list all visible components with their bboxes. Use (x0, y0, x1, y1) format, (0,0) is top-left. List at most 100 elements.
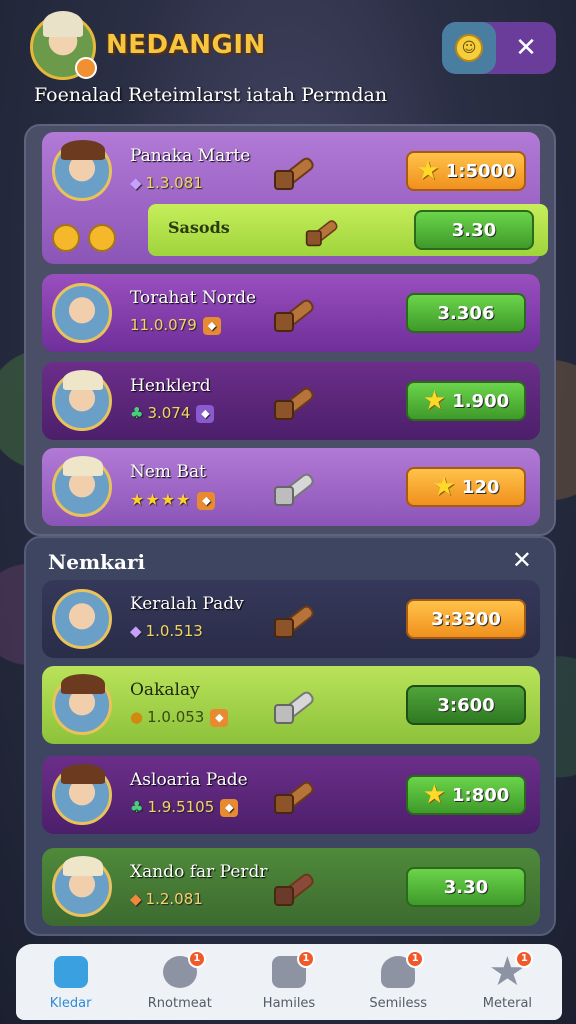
item-sub: ♣ 1.9.5105 ◆ (130, 798, 239, 817)
offer-panel: Panaka Marte ◆ 1.3.081 ★ 1:5000 Sasods 3.… (24, 124, 556, 536)
coin-icon (52, 224, 80, 252)
coin-rewards (52, 224, 132, 254)
list-item[interactable]: Oakalay ● 1.0.053 ◆ 3:600 (42, 666, 540, 744)
item-sub: ● 1.0.053 ◆ (130, 708, 229, 727)
list-item[interactable]: Asloaria Pade ♣ 1.9.5105 ◆ ★ 1:800 (42, 756, 540, 834)
page-subtitle: Foenalad Reteimlarst iatah Permdan (34, 84, 388, 106)
notification-badge: 1 (515, 950, 534, 968)
price: 1:800 (452, 784, 510, 806)
buy-button[interactable]: ★ 1:800 (406, 775, 526, 815)
item-sub-value: 1.0.053 (147, 708, 205, 726)
horn-item-icon (270, 596, 317, 642)
flame-icon: ◆ (130, 890, 142, 908)
horn-item-icon (270, 378, 317, 424)
character-avatar (52, 856, 112, 917)
item-name: Nem Bat (130, 462, 206, 482)
buy-button[interactable]: 3.30 (406, 867, 526, 907)
list-item[interactable]: Torahat Norde 11.0.079 ◆ 3.306 (42, 274, 540, 352)
buy-button[interactable]: 3.306 (406, 293, 526, 333)
character-avatar (52, 589, 112, 649)
price: 1.900 (452, 390, 510, 412)
nav-item-3[interactable]: 1 Hamiles (234, 944, 343, 1020)
list-item[interactable]: Nem Bat ★★★★ ◆ ★ 120 (42, 448, 540, 526)
nav-item-2[interactable]: 1 Rnotmeat (125, 944, 234, 1020)
tag-icon: ◆ (210, 708, 229, 727)
item-sub-value: 1.0.513 (145, 622, 203, 640)
item-name: Oakalay (130, 680, 200, 700)
price: 120 (461, 476, 500, 498)
item-sub-value: 11.0.079 (130, 316, 197, 334)
item-sub: 11.0.079 ◆ (130, 316, 221, 335)
nav-item-5[interactable]: 1 Meteral (453, 944, 562, 1020)
nav-label: Rnotmeat (147, 996, 212, 1011)
item-sub: ★★★★ ◆ (130, 490, 216, 510)
list-item[interactable]: Henklerd ♣ 3.074 ◆ ★ 1.900 (42, 362, 540, 440)
character-avatar (52, 283, 112, 343)
character-avatar (52, 370, 112, 431)
top-controls: ☺ ✕ (442, 22, 556, 74)
featured-price: 1:5000 (445, 160, 516, 182)
rating-stars: ★★★★ (130, 490, 192, 509)
character-avatar (52, 764, 112, 825)
featured-sub: ◆ 1.3.081 (130, 174, 203, 192)
nav-label: Kledar (49, 996, 92, 1011)
coin-icon (88, 224, 116, 252)
notification-badge: 1 (297, 950, 315, 968)
tag-icon: ◆ (202, 316, 221, 335)
item-name: Asloaria Pade (130, 770, 248, 790)
item-name: Xando far Perdr (130, 862, 268, 882)
tag-icon: ◆ (197, 491, 216, 510)
coin-icon: ☺ (455, 34, 483, 62)
featured-subrow[interactable]: Sasods 3.30 (148, 204, 548, 256)
character-avatar (52, 456, 112, 517)
item-name: Keralah Padv (130, 594, 244, 614)
item-sub-value: 3.074 (147, 404, 191, 422)
coin-button[interactable]: ☺ (442, 22, 496, 74)
scroll-item-icon (270, 864, 317, 910)
horn-item-icon (270, 290, 317, 336)
clover-icon: ♣ (130, 404, 144, 422)
nav-item-4[interactable]: 1 Semiless (344, 944, 453, 1020)
bottom-nav: Kledar 1 Rnotmeat 1 Hamiles 1 Semiless 1… (16, 944, 562, 1020)
coin-icon: ● (130, 708, 144, 726)
gem-icon: ◆ (130, 174, 142, 192)
item-name: Henklerd (130, 376, 211, 396)
home-icon (53, 956, 88, 988)
list-item[interactable]: Xando far Perdr ◆ 1.2.081 3.30 (42, 848, 540, 926)
nav-label: Meteral (482, 996, 533, 1011)
nav-item-home[interactable]: Kledar (16, 944, 125, 1020)
player-avatar[interactable] (30, 11, 97, 80)
star-icon: ★ (422, 386, 447, 416)
subrow-buy-button[interactable]: 3.30 (414, 210, 534, 250)
item-sub-value: 1.9.5105 (147, 798, 215, 816)
list-item[interactable]: Keralah Padv ◆ 1.0.513 3:3300 (42, 580, 540, 658)
hammer-item-icon (303, 213, 340, 250)
section-title: Nemkari (48, 550, 146, 574)
clover-icon: ♣ (130, 798, 144, 816)
buy-button[interactable]: ★ 1.900 (406, 381, 526, 421)
star-icon: ★ (416, 156, 440, 186)
buy-button[interactable]: 3:3300 (406, 599, 526, 639)
buy-button[interactable]: 3:600 (406, 685, 526, 725)
featured-name: Panaka Marte (130, 146, 251, 166)
nav-label: Semiless (369, 996, 428, 1011)
item-sub-value: 1.2.081 (145, 890, 203, 908)
helmet-icon (43, 11, 83, 37)
featured-buy-button[interactable]: ★ 1:5000 (406, 151, 526, 191)
gem-icon: ◆ (130, 622, 142, 640)
notification-badge: 1 (187, 950, 206, 968)
featured-avatar (52, 140, 112, 201)
horn-item-icon (270, 148, 317, 194)
subrow-label: Sasods (168, 218, 230, 237)
tag-icon: ◆ (196, 404, 215, 423)
buy-button[interactable]: ★ 120 (406, 467, 526, 507)
tag-icon: ◆ (220, 798, 239, 817)
app-title: NEDANGIN (106, 30, 266, 60)
header: NEDANGIN Foenalad Reteimlarst iatah Perm… (0, 0, 576, 120)
level-badge-icon (75, 57, 97, 79)
item-sub: ◆ 1.2.081 (130, 890, 203, 908)
item-sub: ◆ 1.0.513 (130, 622, 203, 640)
featured-sub-value: 1.3.081 (145, 174, 203, 192)
section-close-button[interactable]: ✕ (512, 546, 532, 574)
close-button[interactable]: ✕ (496, 33, 556, 63)
